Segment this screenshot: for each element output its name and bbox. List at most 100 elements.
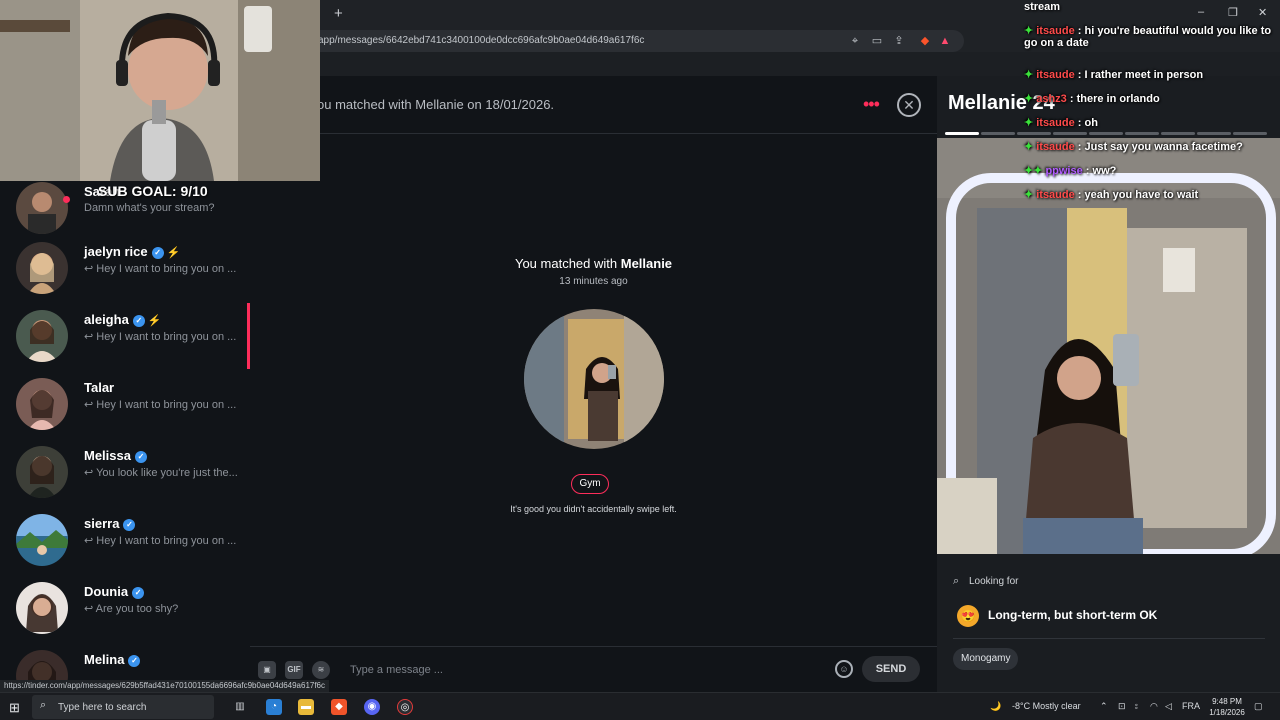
conversation-preview: ↩ Hey I want to bring you on ... (84, 331, 237, 343)
unread-dot (63, 196, 70, 203)
conversation-preview: Damn what's your stream? (84, 202, 215, 214)
chat-text: : oh (1074, 117, 1098, 129)
send-button[interactable]: SEND (862, 656, 920, 682)
avatar (16, 378, 68, 430)
file-explorer-icon[interactable]: ▬ (298, 699, 314, 715)
taskbar-search[interactable]: ⌕ Type here to search (32, 695, 214, 719)
chat-username: itsaude (1036, 69, 1075, 81)
clock-date: 1/18/2026 (1209, 708, 1245, 717)
url-text: app/messages/6642ebd741c3400100de0dcc696… (318, 35, 645, 46)
discord-icon[interactable]: ◉ (364, 699, 380, 715)
stream-chat-header: stream (1024, 1, 1061, 13)
taskbar: ⊞ ⌕ Type here to search ▥ ◔ ▬ ◆ ◉ ◎ 🌙 -8… (0, 692, 1280, 720)
subscriber-badge-icon: ✦✦ (1024, 165, 1043, 177)
match-date-text: ou matched with Mellanie on 18/01/2026. (317, 97, 555, 112)
subscriber-badge-icon: ✦ (1024, 189, 1034, 201)
webcam-overlay (0, 0, 320, 181)
conversation-preview: ↩ Hey I want to bring you on ... (84, 263, 237, 275)
copilot-icon[interactable]: ◔ (266, 699, 282, 715)
subscriber-badge-icon: ✦ (1024, 141, 1034, 153)
new-tab-button[interactable]: + (334, 5, 343, 22)
conversation-item[interactable]: Dounia ✓ ↩ Are you too shy? (0, 574, 250, 642)
chat-panel: ou matched with Mellanie on 18/01/2026. … (250, 76, 937, 692)
conversation-item[interactable]: Melissa ✓ ↩ You look like you're just the… (0, 438, 250, 506)
volume-icon[interactable]: ◁ (1165, 701, 1172, 712)
conversation-name-text: Dounia (84, 584, 129, 599)
photo-progress-segment[interactable] (981, 132, 1015, 135)
conversation-name: Melissa ✓ (84, 448, 147, 463)
verified-icon: ✓ (151, 247, 164, 259)
boost-icon: ⚡ (147, 315, 162, 327)
task-view-icon[interactable]: ▥ (232, 699, 248, 715)
brave-rewards-icon[interactable]: ▲ (938, 34, 952, 48)
sticker-icon[interactable]: ▣ (258, 661, 276, 679)
matched-name: Mellanie (620, 256, 673, 271)
conversation-name-text: Melissa (84, 448, 131, 463)
verified-icon: ✓ (132, 315, 145, 327)
weather-icon[interactable]: 🌙 (990, 701, 1001, 712)
conversation-name: Talar (84, 380, 115, 395)
search-icon: ⌕ (40, 699, 47, 711)
conversation-item[interactable]: aleigha ✓ ⚡ ↩ Hey I want to bring you on .… (0, 302, 250, 370)
clock[interactable]: 9:48 PM 1/18/2026 (1206, 696, 1248, 718)
chat-text: : I rather meet in person (1074, 69, 1204, 81)
matched-prefix: You matched with (514, 256, 621, 271)
emoji-icon[interactable]: ☺ (835, 660, 853, 678)
verified-icon: ✓ (132, 587, 145, 599)
message-input[interactable] (350, 659, 820, 681)
notifications-icon[interactable]: ▢ (1254, 701, 1263, 712)
sub-goal-label: SUB GOAL: 9/10 (98, 183, 208, 199)
matched-time: 13 minutes ago (559, 276, 628, 287)
chat-message: ✦ itsaude : Just say you wanna facetime? (1024, 141, 1278, 153)
search-icon: ⌕ (953, 575, 960, 587)
chat-text: : ww? (1082, 165, 1117, 177)
chat-text: : there in orlando (1066, 93, 1160, 105)
location-icon[interactable]: ⌖ (848, 34, 862, 48)
chat-username: itsaude (1036, 25, 1075, 37)
chat-message: ✦ ashz3 : there in orlando (1024, 93, 1278, 105)
chat-message: ✦ itsaude : yeah you have to wait (1024, 189, 1278, 201)
conversation-name: aleigha ✓ ⚡ (84, 312, 162, 327)
conversation-preview: ↩ Hey I want to bring you on ... (84, 535, 237, 547)
chat-username: itsaude (1036, 141, 1075, 153)
interest-chip: Gym (571, 474, 609, 494)
conversation-name-text: sierra (84, 516, 120, 531)
windows-start-icon[interactable]: ⊞ (9, 700, 20, 716)
avatar (16, 446, 68, 498)
conversation-name: jaelyn rice ✓ ⚡ (84, 244, 180, 259)
subscriber-badge-icon: ✦ (1024, 69, 1034, 81)
swipe-note: It's good you didn't accidentally swipe … (510, 504, 677, 514)
conversation-item[interactable]: sierra ✓ ↩ Hey I want to bring you on ... (0, 506, 250, 574)
brave-shields-icon[interactable]: ◆ (918, 34, 932, 48)
wifi-icon[interactable]: ◠ (1150, 701, 1158, 712)
network-icon[interactable]: ⊡ (1118, 701, 1126, 712)
avatar (16, 582, 68, 634)
gif-button[interactable]: GIF (285, 661, 303, 679)
weather-text[interactable]: -8°C Mostly clear (1012, 701, 1081, 711)
avatar (16, 182, 68, 234)
tray-chevron-icon[interactable]: ⌃ (1100, 701, 1108, 712)
conversation-item[interactable]: Talar ↩ Hey I want to bring you on ... (0, 370, 250, 438)
match-photo[interactable] (524, 309, 664, 449)
spotify-icon[interactable]: ≋ (312, 661, 330, 679)
matched-title: You matched with Mellanie (250, 256, 937, 271)
brave-browser-icon[interactable]: ◆ (331, 699, 347, 715)
close-chat-button[interactable]: ✕ (897, 93, 921, 117)
conversation-name: Melina ✓ (84, 652, 141, 667)
microphone-icon[interactable]: ⦂ (1135, 701, 1138, 712)
conversation-name-text: Melina (84, 652, 125, 667)
heart-eyes-icon: 😍 (957, 605, 979, 627)
conversation-preview: ↩ Hey I want to bring you on ... (84, 399, 237, 411)
chat-message: ✦ itsaude : oh (1024, 117, 1278, 129)
obs-icon[interactable]: ◎ (397, 699, 413, 715)
chat-message: ✦ itsaude : hi you're beautiful would you… (1024, 25, 1278, 49)
share-icon[interactable]: ⇪ (892, 34, 906, 48)
message-composer: ▣ GIF ≋ ☺ SEND (250, 646, 937, 692)
language-indicator[interactable]: FRA (1182, 701, 1200, 711)
conversation-item[interactable]: jaelyn rice ✓ ⚡ ↩ Hey I want to bring you … (0, 234, 250, 302)
url-field[interactable]: app/messages/6642ebd741c3400100de0dcc696… (306, 30, 964, 52)
photo-progress-segment[interactable] (945, 132, 979, 135)
cast-icon[interactable]: ▭ (870, 34, 884, 48)
divider (953, 638, 1265, 639)
more-options-icon[interactable]: ••• (863, 94, 880, 115)
